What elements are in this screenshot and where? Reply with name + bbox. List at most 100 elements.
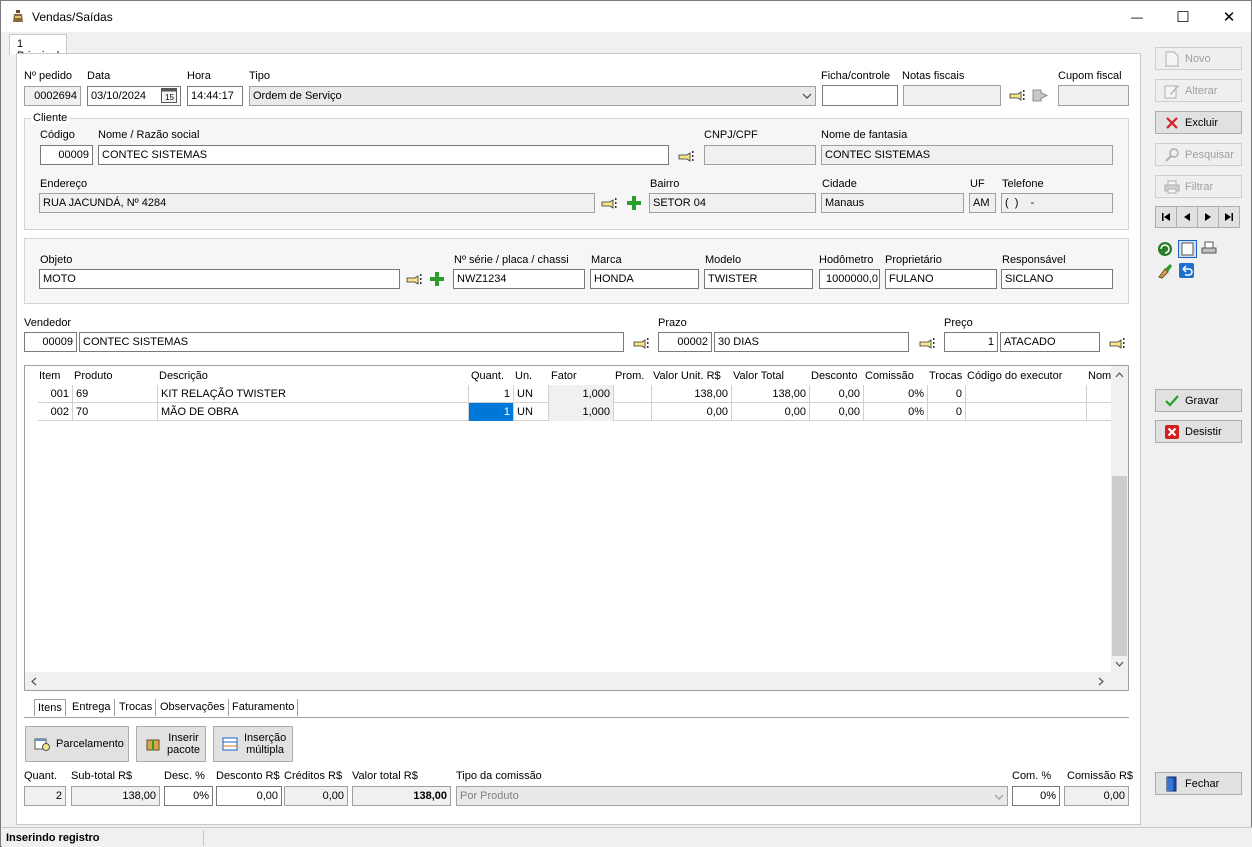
proprietario-field[interactable]: FULANO [885,269,997,289]
col-header-prom[interactable]: Prom. [615,370,644,382]
responsavel-field[interactable]: SICLANO [1001,269,1113,289]
alterar-button[interactable]: Alterar [1155,79,1242,102]
nav-first-button[interactable] [1155,206,1177,228]
col-header-un[interactable]: Un. [515,370,532,382]
close-button[interactable]: ✕ [1206,1,1252,32]
gravar-button[interactable]: Gravar [1155,389,1242,412]
tipo-label: Tipo [249,70,270,82]
cell-item: 002 [38,403,73,421]
preco-codigo-field[interactable]: 1 [944,332,998,352]
col-header-fator[interactable]: Fator [551,370,577,382]
chevron-right-icon[interactable] [1098,677,1104,686]
pick-icon[interactable] [678,150,694,164]
desconto-total-field[interactable]: 0,00 [216,786,282,806]
col-header-desconto[interactable]: Desconto [811,370,857,382]
hodometro-label: Hodômetro [819,254,874,266]
chevron-down-icon[interactable] [1115,661,1124,667]
cupom-label: Cupom fiscal [1058,70,1122,82]
vertical-scroll-thumb[interactable] [1112,476,1127,656]
col-header-descricao[interactable]: Descrição [159,370,208,382]
objeto-field[interactable]: MOTO [39,269,400,289]
status-divider [203,830,204,846]
plus-icon[interactable] [430,272,444,286]
cell-desconto: 0,00 [810,403,864,421]
vendedor-codigo-field[interactable]: 00009 [24,332,77,352]
inserir-pacote-button[interactable]: Inserir pacote [136,726,206,762]
prazo-nome-field[interactable]: 30 DIAS [714,332,909,352]
serie-field[interactable]: NWZ1234 [453,269,585,289]
tab-principal[interactable]: 1 Principal [9,34,67,62]
cell-quant-selected[interactable]: 1 [469,403,514,421]
pesquisar-button[interactable]: Pesquisar [1155,143,1242,166]
exit-door-icon [1164,776,1180,792]
uf-field: AM [969,193,996,213]
nav-prev-button[interactable] [1176,206,1198,228]
col-header-valor-unit[interactable]: Valor Unit. R$ [653,370,721,382]
nav-next-button[interactable] [1197,206,1219,228]
refresh-icon[interactable] [1157,241,1173,257]
report-icon[interactable] [1178,240,1197,258]
chevron-up-icon[interactable] [1115,372,1124,378]
cliente-codigo-field[interactable]: 00009 [40,145,93,165]
col-header-quant[interactable]: Quant. [471,370,504,382]
tab-entrega[interactable]: Entrega [69,699,115,716]
tipo-comissao-select[interactable]: Por Produto [456,786,1008,806]
col-header-comissao[interactable]: Comissão [865,370,914,382]
minimize-button[interactable]: — [1114,1,1160,32]
pick-icon[interactable] [1009,89,1025,103]
insercao-multipla-button[interactable]: Inserção múltipla [213,726,293,762]
undo-icon[interactable] [1179,263,1194,278]
desistir-button[interactable]: Desistir [1155,420,1242,443]
parcelamento-button[interactable]: Parcelamento [25,726,129,762]
pick-icon[interactable] [601,197,617,211]
marca-field[interactable]: HONDA [590,269,699,289]
col-header-nom[interactable]: Nom [1088,370,1111,382]
vertical-scrollbar[interactable] [1111,366,1128,672]
fechar-button[interactable]: Fechar [1155,772,1242,795]
com-perc-field[interactable]: 0% [1012,786,1060,806]
novo-button[interactable]: Novo [1155,47,1242,70]
horizontal-scrollbar[interactable] [25,672,1111,690]
table-row[interactable]: 001 69 KIT RELAÇÃO TWISTER 1 UN 1,000 13… [38,385,1112,403]
plus-icon[interactable] [627,196,641,210]
tab-observacoes[interactable]: Observações [157,699,229,716]
excluir-button[interactable]: Excluir [1155,111,1242,134]
hodometro-field[interactable]: 1000000,0 [819,269,880,289]
filtrar-button[interactable]: Filtrar [1155,175,1242,198]
print-icon[interactable] [1201,241,1217,257]
ficha-field[interactable] [822,85,898,106]
pick-icon[interactable] [919,337,935,351]
chevron-left-icon[interactable] [31,677,37,686]
col-header-valor-total[interactable]: Valor Total [733,370,784,382]
arrow-right-icon[interactable] [1032,88,1048,103]
tab-faturamento[interactable]: Faturamento [229,699,299,716]
data-label: Data [87,70,111,82]
vendedor-nome-field[interactable]: CONTEC SISTEMAS [79,332,624,352]
col-header-item[interactable]: Item [39,370,60,382]
maximize-button[interactable]: ☐ [1160,1,1206,32]
tab-itens[interactable]: Itens [34,699,66,716]
items-grid[interactable]: Item Produto Descrição Quant. Un. Fator … [24,365,1129,691]
brush-icon[interactable] [1157,263,1173,279]
modelo-label: Modelo [705,254,742,266]
cell-valor-unit: 0,00 [652,403,732,421]
pick-icon[interactable] [406,273,422,287]
pick-icon[interactable] [1109,337,1125,351]
pick-icon[interactable] [633,337,649,351]
tab-trocas[interactable]: Trocas [116,699,157,716]
desc-perc-field[interactable]: 0% [164,786,213,806]
nav-last-button[interactable] [1218,206,1240,228]
cnpj-field [704,145,816,165]
col-header-trocas[interactable]: Trocas [929,370,962,382]
col-header-executor[interactable]: Código do executor [967,370,1062,382]
calendar-icon[interactable]: 15 [161,88,177,103]
modelo-field[interactable]: TWISTER [704,269,813,289]
hora-field[interactable]: 14:44:17 [187,86,243,106]
preco-nome-field[interactable]: ATACADO [1000,332,1100,352]
col-header-produto[interactable]: Produto [74,370,113,382]
cliente-nome-field[interactable]: CONTEC SISTEMAS [98,145,669,165]
cell-trocas: 0 [928,403,966,421]
prazo-codigo-field[interactable]: 00002 [658,332,712,352]
table-row[interactable]: 002 70 MÃO DE OBRA 1 UN 1,000 0,00 0,00 … [38,403,1112,421]
tipo-select[interactable]: Ordem de Serviço [249,86,816,106]
